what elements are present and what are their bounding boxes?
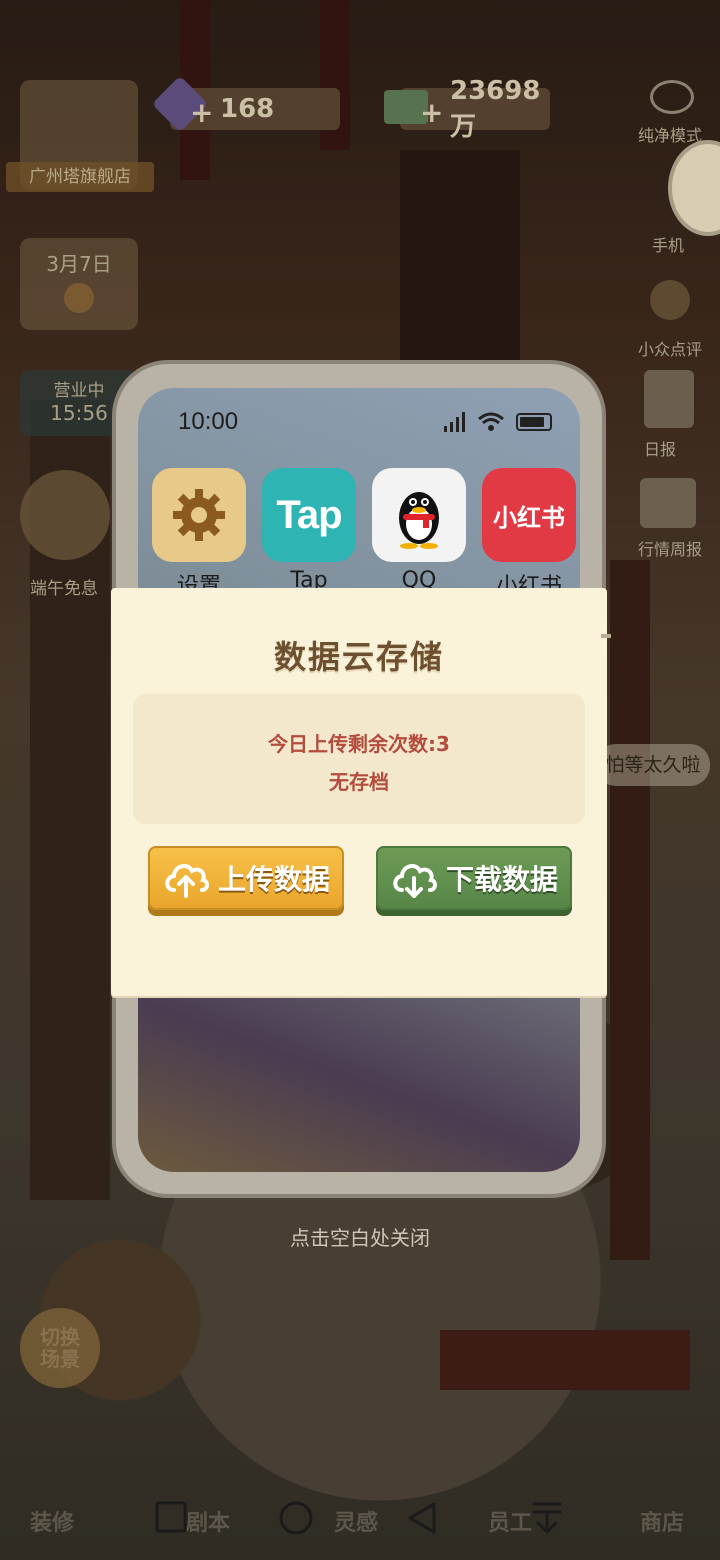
- gear-icon: [152, 468, 246, 562]
- tab-script[interactable]: 剧本: [186, 1505, 230, 1537]
- recent-apps-icon[interactable]: [154, 1500, 188, 1534]
- phone-label: 手机: [651, 236, 684, 255]
- tap-logo-text: Tap: [276, 492, 342, 537]
- event-label: 端午免息: [30, 579, 98, 599]
- switch-scene-button[interactable]: 切换场景: [20, 1308, 100, 1388]
- tab-staff[interactable]: 员工: [488, 1505, 532, 1537]
- xiaohongshu-logo-icon: 小红书: [482, 468, 576, 562]
- tab-shop[interactable]: 商店: [640, 1505, 684, 1537]
- tab-inspiration[interactable]: 灵感: [334, 1505, 378, 1537]
- daily-paper-icon[interactable]: [644, 370, 694, 428]
- tab-decorate[interactable]: 装修: [30, 1505, 74, 1537]
- store-name: 广州塔旗舰店: [6, 162, 154, 192]
- gem-counter[interactable]: + 168: [151, 75, 340, 133]
- eye-icon[interactable]: [650, 80, 694, 114]
- back-icon[interactable]: [404, 1500, 438, 1536]
- cloud-upload-icon: [165, 864, 209, 898]
- reviews-label: 小众点评: [637, 340, 702, 359]
- notification-pull-icon[interactable]: [530, 1500, 564, 1536]
- wifi-icon: [478, 412, 504, 431]
- upload-remaining-text: 今日上传剩余次数:3: [268, 732, 450, 756]
- gem-count: 168: [220, 94, 275, 124]
- tap-logo-icon: Tap: [262, 468, 356, 562]
- dialog-title: 数据云存储: [273, 638, 444, 676]
- event-bunny-icon[interactable]: [20, 470, 110, 560]
- phone-clock: 10:00: [178, 408, 239, 435]
- medal-icon: [64, 283, 94, 313]
- add-gems-icon[interactable]: +: [190, 96, 213, 129]
- close-hint[interactable]: 点击空白处关闭: [0, 1222, 720, 1251]
- store-card[interactable]: 广州塔旗舰店: [6, 80, 154, 192]
- cloud-download-icon: [393, 864, 437, 898]
- penguin-icon: [372, 468, 466, 562]
- news-icon[interactable]: [640, 478, 696, 528]
- switch-scene-label: 切换场景: [40, 1325, 80, 1371]
- date-label: 3月7日: [46, 252, 112, 276]
- add-cash-icon[interactable]: +: [420, 96, 443, 129]
- download-data-button[interactable]: 下载数据: [376, 846, 572, 910]
- app-tap[interactable]: Tap Tap: [262, 468, 356, 593]
- cash-counter[interactable]: + 23698万: [384, 76, 550, 142]
- upload-data-label: 上传数据: [217, 863, 330, 896]
- market-label: 行情周报: [637, 540, 702, 559]
- customer-speech-bubble: 怕等太久啦: [596, 744, 710, 786]
- app-settings[interactable]: 设置: [152, 468, 246, 600]
- home-icon[interactable]: [278, 1500, 314, 1536]
- info-panel: 今日上传剩余次数:3 无存档: [133, 694, 585, 824]
- app-xiaohongshu[interactable]: 小红书 小红书: [482, 468, 576, 600]
- reviews-icon[interactable]: [650, 280, 690, 320]
- save-status-text: 无存档: [329, 770, 389, 794]
- daily-label: 日报: [643, 440, 676, 459]
- battery-icon: [516, 413, 552, 431]
- cloud-save-dialog: 数据云存储 今日上传剩余次数:3 无存档 上传数据 下载数据: [111, 588, 611, 996]
- phone-status-icons: [444, 412, 552, 432]
- app-qq[interactable]: QQ: [372, 468, 466, 593]
- xiaohongshu-logo-text: 小红书: [493, 503, 565, 532]
- upload-data-button[interactable]: 上传数据: [148, 846, 344, 910]
- signal-icon: [444, 412, 465, 432]
- date-card[interactable]: 3月7日: [20, 238, 138, 330]
- cash-count: 23698万: [450, 75, 541, 142]
- download-data-label: 下载数据: [445, 863, 558, 896]
